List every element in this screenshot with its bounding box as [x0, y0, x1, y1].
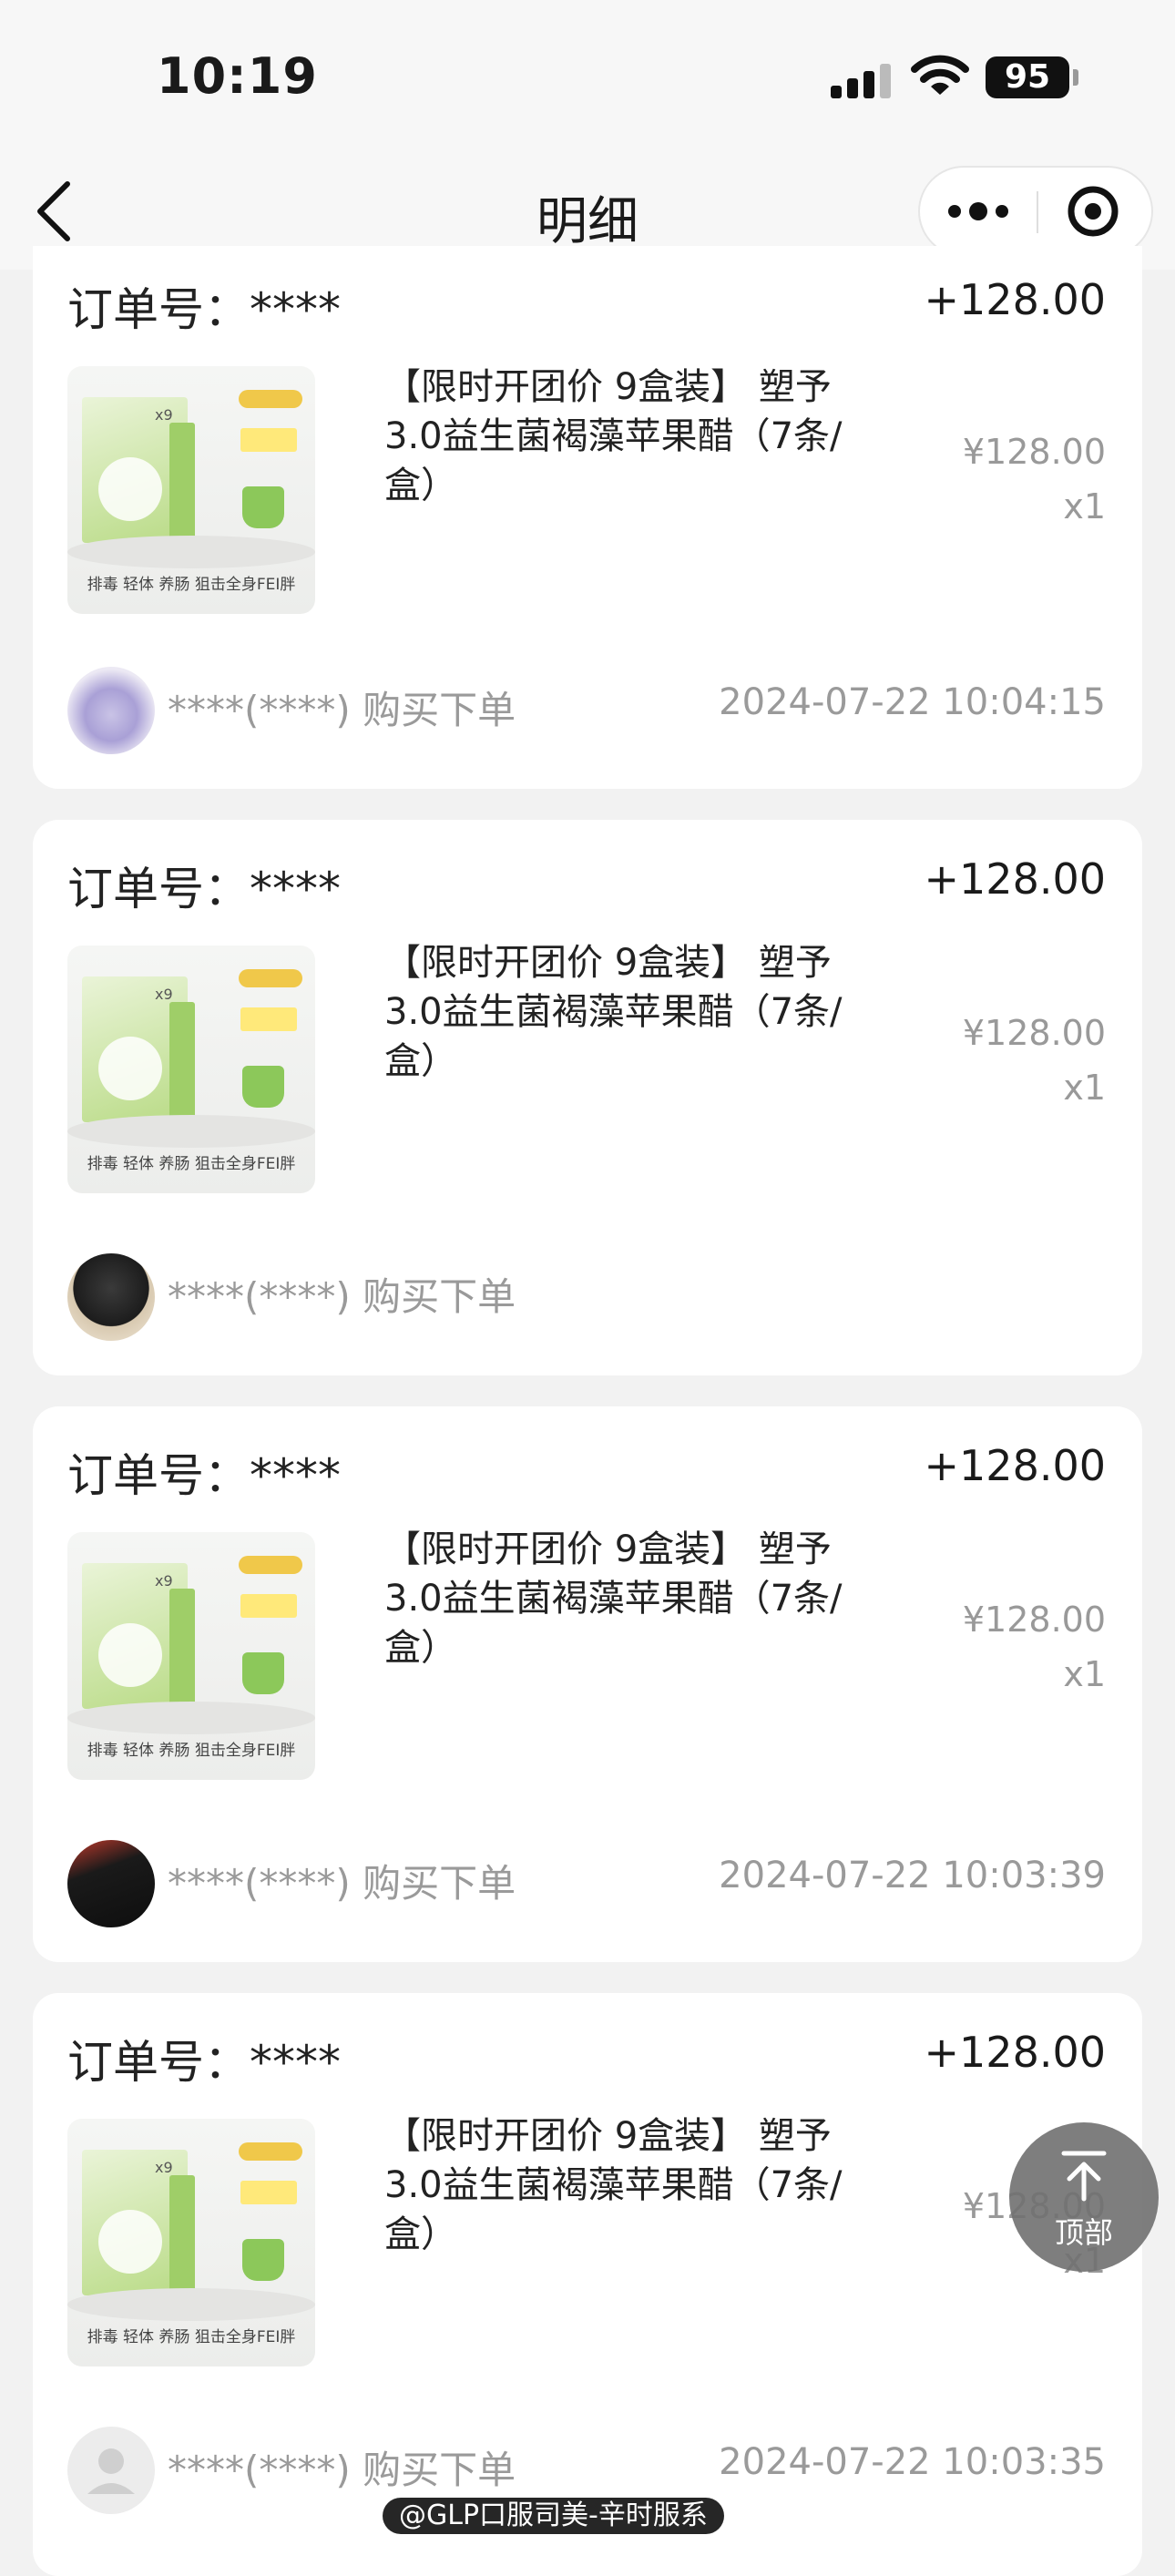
order-time: 2024-07-22 10:04:15 — [719, 681, 1106, 723]
avatar[interactable] — [67, 667, 155, 754]
thumb-caption: 排毒 轻体 养肠 狙击全身FEI胖 — [87, 1742, 296, 1760]
order-number: 订单号：**** — [67, 863, 341, 915]
status-time: 10:19 — [157, 47, 318, 105]
thumb-badge: x9 — [155, 986, 173, 1003]
promo-label — [240, 2181, 297, 2204]
buyer-text: ****(****) 购买下单 — [168, 2448, 516, 2492]
arrow-to-top-icon — [1061, 2151, 1107, 2202]
cup-icon — [242, 486, 284, 528]
vip-badge — [239, 969, 302, 987]
order-card[interactable]: 订单号：**** +128.00 x9 排毒 轻体 养肠 狙击全身FEI胖 【限… — [33, 1993, 1142, 2576]
buyer-text: ****(****) 购买下单 — [168, 688, 516, 732]
product-thumbnail[interactable]: x9 排毒 轻体 养肠 狙击全身FEI胖 — [67, 946, 315, 1193]
cup-icon — [242, 1066, 284, 1108]
product-box-side — [169, 2175, 195, 2299]
default-person-icon — [87, 2448, 135, 2494]
promo-label — [240, 1007, 297, 1031]
thumb-badge: x9 — [155, 406, 173, 424]
scroll-to-top-button[interactable]: 顶部 — [1009, 2122, 1159, 2272]
order-number: 订单号：**** — [67, 283, 341, 336]
buyer-text: ****(****) 购买下单 — [168, 1274, 516, 1319]
order-card[interactable]: 订单号：**** +128.00 x9 排毒 轻体 养肠 狙击全身FEI胖 【限… — [33, 1406, 1142, 1962]
order-card[interactable]: 订单号：**** +128.00 x9 排毒 轻体 养肠 狙击全身FEI胖 【限… — [33, 246, 1142, 789]
product-title: 【限时开团价 9盒装】 塑予3.0益生菌褐藻苹果醋（7条/盒） — [384, 942, 843, 1082]
product-thumbnail[interactable]: x9 排毒 轻体 养肠 狙击全身FEI胖 — [67, 2119, 315, 2366]
unit-price: ¥128.00 — [962, 432, 1106, 472]
avatar[interactable] — [67, 1840, 155, 1927]
vip-badge — [239, 1556, 302, 1574]
avatar[interactable] — [67, 2427, 155, 2514]
scroll-to-top-label: 顶部 — [1054, 2215, 1113, 2250]
promo-label — [240, 1594, 297, 1618]
display-stand — [67, 1702, 315, 1734]
product-title: 【限时开团价 9盒装】 塑予3.0益生菌褐藻苹果醋（7条/盒） — [384, 2115, 843, 2255]
more-dots-icon[interactable] — [920, 168, 1037, 255]
order-number: 订单号：**** — [67, 2036, 341, 2089]
product-title: 【限时开团价 9盒装】 塑予3.0益生菌褐藻苹果醋（7条/盒） — [384, 366, 843, 506]
order-amount: +128.00 — [924, 854, 1107, 904]
thumb-badge: x9 — [155, 1572, 173, 1590]
display-stand — [67, 536, 315, 568]
quantity: x1 — [1063, 1068, 1106, 1108]
order-time: 2024-07-22 10:03:39 — [719, 1855, 1106, 1896]
order-amount: +128.00 — [924, 1441, 1107, 1490]
watermark: @GLP口服司美-辛时服系 — [383, 2498, 724, 2534]
product-title: 【限时开团价 9盒装】 塑予3.0益生菌褐藻苹果醋（7条/盒） — [384, 1528, 843, 1669]
battery-tip — [1073, 69, 1078, 86]
target-circle-icon[interactable] — [1038, 168, 1151, 255]
order-time: 2024-07-22 10:03:35 — [719, 2441, 1106, 2483]
vip-badge — [239, 390, 302, 408]
order-number: 订单号：**** — [67, 1449, 341, 1502]
unit-price: ¥128.00 — [962, 1013, 1106, 1053]
cup-icon — [242, 2239, 284, 2281]
cellular-signal-icon — [831, 64, 893, 98]
display-stand — [67, 2288, 315, 2321]
thumb-caption: 排毒 轻体 养肠 狙击全身FEI胖 — [87, 576, 296, 594]
battery-icon: 95 — [986, 56, 1069, 98]
mini-program-capsule — [918, 166, 1153, 257]
order-amount: +128.00 — [924, 275, 1107, 324]
avatar[interactable] — [67, 1253, 155, 1341]
buyer-text: ****(****) 购买下单 — [168, 1861, 516, 1906]
order-card[interactable]: 订单号：**** +128.00 x9 排毒 轻体 养肠 狙击全身FEI胖 【限… — [33, 820, 1142, 1375]
status-bar: 10:19 95 — [0, 0, 1175, 155]
wifi-icon — [911, 55, 969, 95]
thumb-caption: 排毒 轻体 养肠 狙击全身FEI胖 — [87, 1155, 296, 1173]
product-box-side — [169, 1002, 195, 1126]
product-thumbnail[interactable]: x9 排毒 轻体 养肠 狙击全身FEI胖 — [67, 366, 315, 614]
display-stand — [67, 1115, 315, 1148]
vip-badge — [239, 2142, 302, 2161]
thumb-badge: x9 — [155, 2159, 173, 2176]
product-box-side — [169, 1589, 195, 1712]
product-thumbnail[interactable]: x9 排毒 轻体 养肠 狙击全身FEI胖 — [67, 1532, 315, 1780]
quantity: x1 — [1063, 1654, 1106, 1694]
unit-price: ¥128.00 — [962, 1600, 1106, 1640]
product-box-side — [169, 423, 195, 547]
quantity: x1 — [1063, 486, 1106, 526]
promo-label — [240, 428, 297, 452]
cup-icon — [242, 1652, 284, 1694]
order-amount: +128.00 — [924, 2028, 1107, 2077]
thumb-caption: 排毒 轻体 养肠 狙击全身FEI胖 — [87, 2328, 296, 2346]
